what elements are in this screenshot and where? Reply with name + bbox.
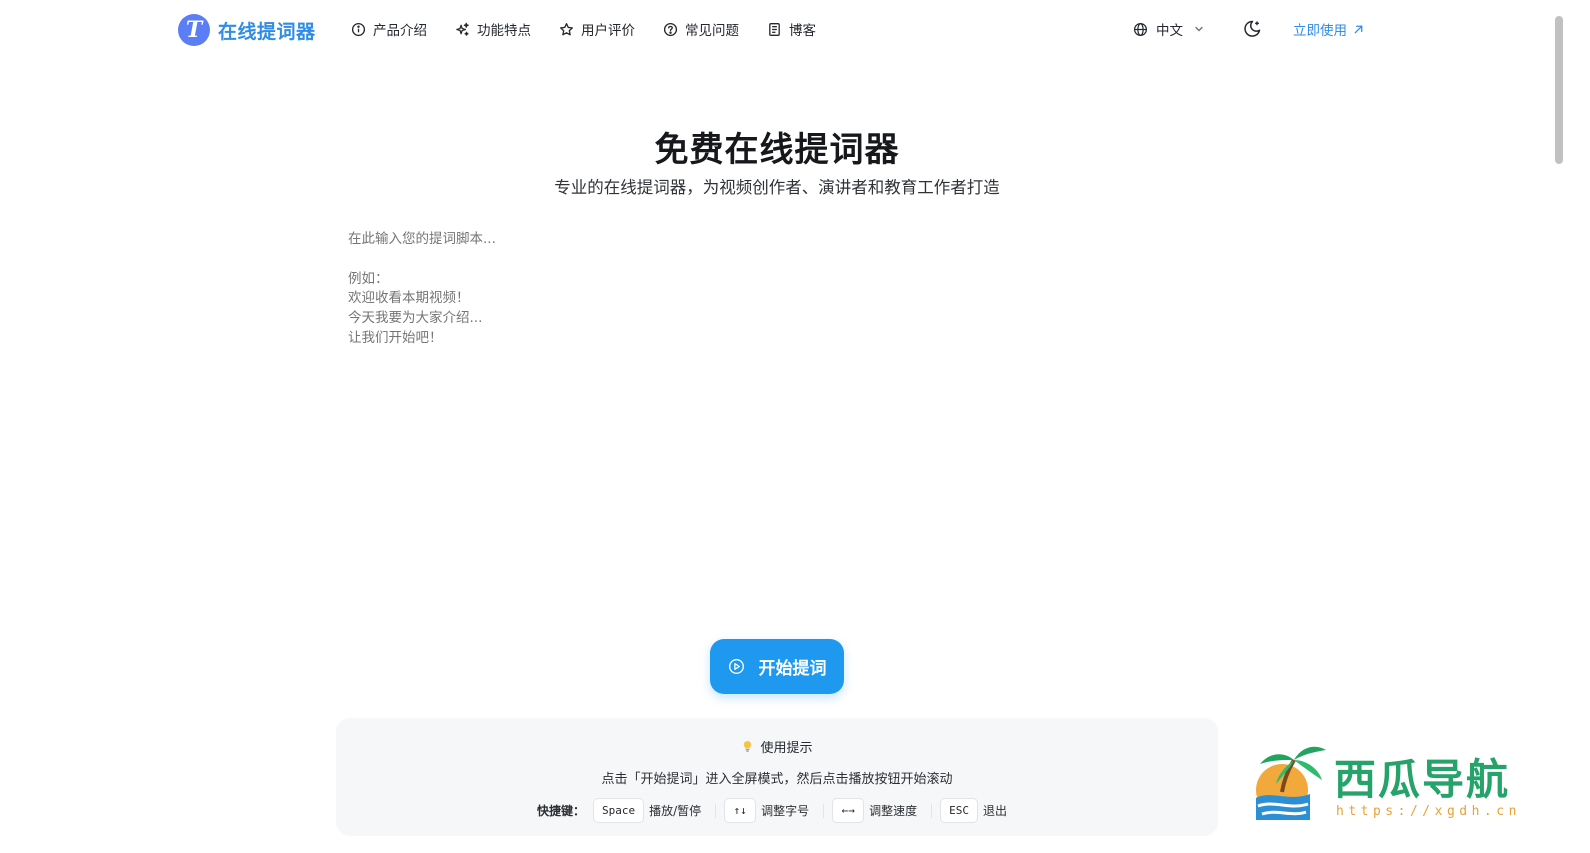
script-input[interactable]: [338, 222, 1218, 612]
site-logo[interactable]: T 在线提词器: [178, 14, 316, 46]
help-circle-icon: [663, 22, 678, 36]
usage-tips-panel: 使用提示 点击「开始提词」进入全屏模式，然后点击播放按钮开始滚动 快捷键： Sp…: [336, 718, 1218, 836]
use-now-link[interactable]: 立即使用: [1293, 19, 1364, 39]
scrollbar-thumb[interactable]: [1555, 16, 1563, 164]
document-icon: [769, 22, 780, 36]
theme-toggle-button[interactable]: [1241, 18, 1263, 40]
main-nav: 产品介绍 功能特点 用户评价 常见问题 博客: [351, 19, 844, 39]
watermark-url: https://xgdh.cn: [1336, 804, 1521, 819]
nav-item-features[interactable]: 功能特点: [455, 19, 531, 39]
logo-text: 在线提词器: [218, 20, 316, 43]
shortcut-desc: 播放/暂停: [649, 804, 702, 818]
shortcuts-row: 快捷键： Space 播放/暂停 ↑↓ 调整字号 ←→ 调整速度 ESC 退出: [336, 798, 1218, 823]
cta-label: 立即使用: [1293, 23, 1347, 39]
lightbulb-icon: [744, 741, 752, 752]
key-esc: ESC: [940, 798, 979, 823]
shortcut-desc: 调整速度: [869, 804, 918, 818]
nav-label: 用户评价: [581, 23, 635, 39]
header-tools: 中文 立即使用: [1133, 18, 1364, 40]
page-title: 免费在线提词器: [654, 130, 900, 170]
nav-item-reviews[interactable]: 用户评价: [559, 19, 635, 39]
play-circle-icon: [728, 659, 744, 674]
start-button-label: 开始提词: [758, 659, 827, 679]
divider: [823, 803, 825, 818]
page-subtitle: 专业的在线提词器，为视频创作者、演讲者和教育工作者打造: [554, 178, 1000, 197]
moon-icon: [1244, 20, 1261, 37]
nav-label: 功能特点: [477, 23, 531, 39]
language-label: 中文: [1156, 23, 1183, 39]
info-icon: [351, 22, 366, 36]
shortcuts-label: 快捷键：: [536, 804, 585, 818]
page-scrollbar[interactable]: [1550, 0, 1572, 853]
nav-label: 博客: [789, 23, 816, 39]
shortcut-desc: 调整字号: [761, 804, 810, 818]
nav-item-blog[interactable]: 博客: [767, 19, 816, 39]
logo-badge: T: [178, 14, 210, 46]
globe-icon: [1133, 22, 1148, 36]
tips-description: 点击「开始提词」进入全屏模式，然后点击播放按钮开始滚动: [601, 772, 953, 787]
nav-item-faq[interactable]: 常见问题: [663, 19, 739, 39]
chevron-down-icon: [1195, 26, 1203, 32]
shortcut-desc: 退出: [983, 804, 1008, 818]
nav-label: 产品介绍: [373, 23, 427, 39]
top-navbar: T 在线提词器 产品介绍 功能特点 用户评价 常见问题 博客 中文 立即使用: [0, 0, 1550, 60]
palm-island-logo-icon: [1256, 746, 1326, 820]
nav-item-product-intro[interactable]: 产品介绍: [351, 19, 427, 39]
site-watermark: 西瓜导航 https://xgdh.cn: [1248, 740, 1548, 830]
language-selector[interactable]: 中文: [1133, 19, 1205, 39]
tips-title: 使用提示: [760, 741, 813, 756]
divider: [715, 803, 717, 818]
nav-label: 常见问题: [685, 23, 739, 39]
watermark-text: 西瓜导航: [1334, 755, 1511, 804]
page: T 在线提词器 产品介绍 功能特点 用户评价 常见问题 博客 中文 立即使用 免…: [0, 0, 1590, 853]
key-space: Space: [592, 798, 645, 823]
tips-heading: 使用提示: [336, 737, 1218, 756]
star-icon: [560, 22, 573, 35]
key-left-right: ←→: [832, 798, 865, 823]
divider: [931, 803, 933, 818]
start-prompter-button[interactable]: 开始提词: [710, 639, 844, 694]
arrow-up-right-icon: [1354, 25, 1363, 33]
sparkles-icon: [456, 22, 469, 36]
key-up-down: ↑↓: [724, 798, 757, 823]
